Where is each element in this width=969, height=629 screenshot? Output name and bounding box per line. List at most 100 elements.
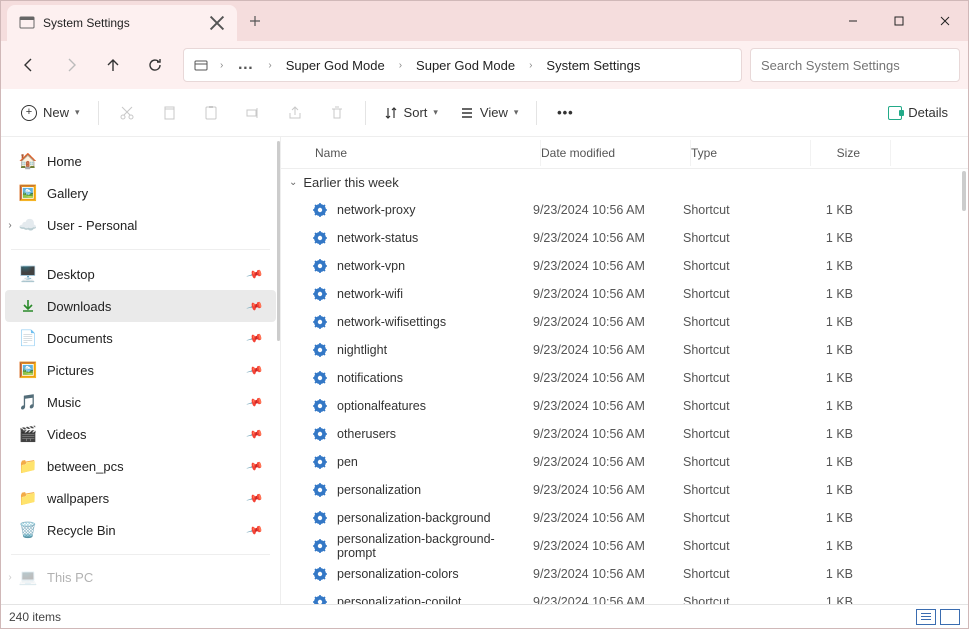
file-type: Shortcut: [683, 483, 803, 497]
refresh-button[interactable]: [135, 47, 175, 83]
new-button[interactable]: + New ▾: [11, 96, 90, 130]
address-bar[interactable]: › … › Super God Mode › Super God Mode › …: [183, 48, 742, 82]
delete-button[interactable]: [317, 96, 357, 130]
sidebar-item-label: Videos: [47, 427, 87, 442]
file-row[interactable]: pen9/23/2024 10:56 AMShortcut1 KB: [281, 448, 968, 476]
new-tab-button[interactable]: [237, 1, 273, 41]
sidebar-item-label: Gallery: [47, 186, 88, 201]
new-label: New: [43, 105, 69, 120]
more-button[interactable]: •••: [545, 96, 585, 130]
chevron-right-icon[interactable]: ›: [216, 60, 227, 71]
settings-shortcut-icon: [311, 201, 329, 219]
sidebar-item-user-personal[interactable]: ›☁️User - Personal: [5, 209, 276, 241]
file-row[interactable]: otherusers9/23/2024 10:56 AMShortcut1 KB: [281, 420, 968, 448]
file-row[interactable]: personalization-copilot9/23/2024 10:56 A…: [281, 588, 968, 604]
tab-close-button[interactable]: [209, 15, 225, 31]
sort-button[interactable]: Sort ▾: [374, 96, 448, 130]
chevron-right-icon[interactable]: ›: [264, 60, 275, 71]
file-type: Shortcut: [683, 427, 803, 441]
sidebar-scrollbar[interactable]: [277, 141, 280, 341]
file-row[interactable]: network-wifisettings 9/23/2024 10:56 AMSh…: [281, 308, 968, 336]
forward-button[interactable]: [51, 47, 91, 83]
file-row[interactable]: personalization-background9/23/2024 10:5…: [281, 504, 968, 532]
paste-button[interactable]: [191, 96, 231, 130]
file-type: Shortcut: [683, 539, 803, 553]
file-row[interactable]: network-status9/23/2024 10:56 AMShortcut…: [281, 224, 968, 252]
copy-button[interactable]: [149, 96, 189, 130]
details-pane-icon: [888, 106, 902, 120]
file-date: 9/23/2024 10:56 AM: [533, 259, 683, 273]
file-row[interactable]: personalization9/23/2024 10:56 AMShortcu…: [281, 476, 968, 504]
search-input[interactable]: [761, 58, 949, 73]
file-type: Shortcut: [683, 315, 803, 329]
group-header[interactable]: ⌄ Earlier this week: [281, 169, 968, 196]
sidebar-item-between-pcs[interactable]: 📁between_pcs📌: [5, 450, 276, 482]
recycle-icon: 🗑️: [19, 521, 37, 539]
sidebar-item-documents[interactable]: 📄Documents📌: [5, 322, 276, 354]
file-row[interactable]: network-vpn9/23/2024 10:56 AMShortcut1 K…: [281, 252, 968, 280]
location-root-icon[interactable]: [190, 58, 212, 72]
close-window-button[interactable]: [922, 1, 968, 41]
file-size: 1 KB: [803, 511, 883, 525]
sidebar-item-home[interactable]: 🏠Home: [5, 145, 276, 177]
thumbnails-view-toggle[interactable]: [940, 609, 960, 625]
back-button[interactable]: [9, 47, 49, 83]
chevron-right-icon[interactable]: ›: [3, 220, 17, 231]
file-row[interactable]: network-wifi9/23/2024 10:56 AMShortcut1 …: [281, 280, 968, 308]
sidebar-item-recycle-bin[interactable]: 🗑️Recycle Bin📌: [5, 514, 276, 546]
sidebar-item-label: Documents: [47, 331, 113, 346]
sidebar-item-wallpapers[interactable]: 📁wallpapers📌: [5, 482, 276, 514]
chevron-right-icon[interactable]: ›: [3, 572, 17, 583]
sidebar-item-videos[interactable]: 🎬Videos📌: [5, 418, 276, 450]
file-size: 1 KB: [803, 231, 883, 245]
maximize-button[interactable]: [876, 1, 922, 41]
sidebar-item-downloads[interactable]: Downloads📌: [5, 290, 276, 322]
file-row[interactable]: notifications9/23/2024 10:56 AMShortcut1…: [281, 364, 968, 392]
file-date: 9/23/2024 10:56 AM: [533, 567, 683, 581]
active-tab[interactable]: System Settings: [7, 5, 237, 41]
sidebar-item-music[interactable]: 🎵Music📌: [5, 386, 276, 418]
file-row[interactable]: personalization-colors9/23/2024 10:56 AM…: [281, 560, 968, 588]
sidebar-item-label: Music: [47, 395, 81, 410]
share-button[interactable]: [275, 96, 315, 130]
rename-button[interactable]: [233, 96, 273, 130]
file-row[interactable]: optionalfeatures9/23/2024 10:56 AMShortc…: [281, 392, 968, 420]
chevron-right-icon[interactable]: ›: [525, 60, 536, 71]
file-name: notifications: [337, 371, 403, 385]
breadcrumb-segment[interactable]: System Settings: [540, 56, 646, 75]
file-date: 9/23/2024 10:56 AM: [533, 371, 683, 385]
sidebar-item-label: Home: [47, 154, 82, 169]
details-view-toggle[interactable]: [916, 609, 936, 625]
cut-button[interactable]: [107, 96, 147, 130]
column-header-date[interactable]: Date modified: [541, 140, 691, 166]
search-box[interactable]: [750, 48, 960, 82]
details-pane-button[interactable]: Details: [878, 96, 958, 130]
list-scrollbar[interactable]: [962, 171, 966, 211]
settings-shortcut-icon: [311, 509, 329, 527]
group-label: Earlier this week: [303, 175, 398, 190]
breadcrumb-segment[interactable]: Super God Mode: [410, 56, 521, 75]
sidebar-item-desktop[interactable]: 🖥️Desktop📌: [5, 258, 276, 290]
breadcrumb-segment[interactable]: Super God Mode: [280, 56, 391, 75]
file-row[interactable]: network-proxy9/23/2024 10:56 AMShortcut1…: [281, 196, 968, 224]
column-header-type[interactable]: Type: [691, 140, 811, 166]
file-name: network-wifisettings: [337, 315, 446, 329]
file-row[interactable]: nightlight9/23/2024 10:56 AMShortcut1 KB: [281, 336, 968, 364]
minimize-button[interactable]: [830, 1, 876, 41]
file-row[interactable]: personalization-background-prompt9/23/20…: [281, 532, 968, 560]
file-date: 9/23/2024 10:56 AM: [533, 483, 683, 497]
up-button[interactable]: [93, 47, 133, 83]
settings-shortcut-icon: [311, 565, 329, 583]
chevron-down-icon: ▾: [514, 107, 519, 118]
chevron-right-icon[interactable]: ›: [395, 60, 406, 71]
file-date: 9/23/2024 10:56 AM: [533, 315, 683, 329]
status-bar: 240 items: [1, 604, 968, 628]
view-button[interactable]: View ▾: [450, 96, 528, 130]
column-header-name[interactable]: Name: [311, 140, 541, 166]
breadcrumb-overflow[interactable]: …: [231, 56, 260, 74]
file-date: 9/23/2024 10:56 AM: [533, 343, 683, 357]
column-header-size[interactable]: Size: [811, 140, 891, 166]
sidebar-item-pictures[interactable]: 🖼️Pictures📌: [5, 354, 276, 386]
sidebar-item-gallery[interactable]: 🖼️Gallery: [5, 177, 276, 209]
sidebar-item-this-pc[interactable]: › 💻 This PC: [5, 561, 276, 593]
